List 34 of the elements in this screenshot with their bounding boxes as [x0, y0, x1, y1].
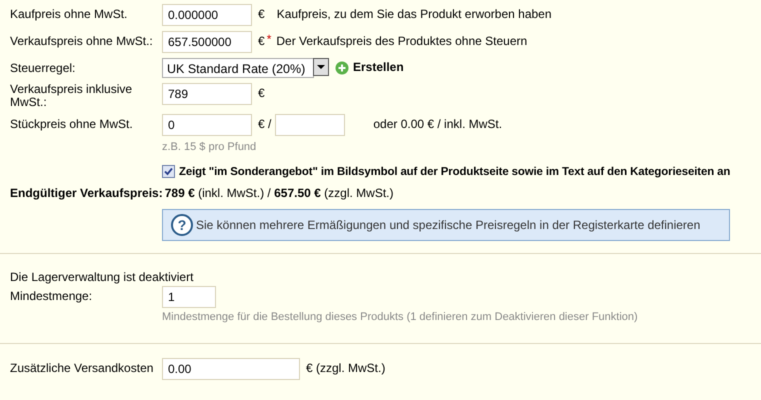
- checkbox[interactable]: [162, 165, 175, 178]
- checkbox-label: Zeigt "im Sonderangebot" im Bildsymbol auf der Produktseite sowie im Text auf den Kategorieseiten an: [179, 166, 730, 178]
- price-input[interactable]: 789: [162, 83, 252, 105]
- field-hint: Mindestmenge für die Bestellung dieses Produkts (1 definieren zum Deaktivieren dieser Funktion): [161, 311, 639, 323]
- currency-label: €: [257, 85, 265, 100]
- field-description: oder 0.00 € / inkl. MwSt.: [372, 116, 502, 131]
- field-label: Zusätzliche Versandkosten: [10, 360, 154, 375]
- field-description: Kaufpreis, zu dem Sie das Produkt erworben haben: [276, 6, 552, 21]
- required-asterisk: *: [266, 31, 272, 46]
- create-link[interactable]: Erstellen: [353, 58, 404, 74]
- price-input[interactable]: 0: [162, 114, 252, 136]
- help-icon: ?: [171, 214, 193, 236]
- currency-label: € (zzgl. MwSt.): [305, 360, 386, 375]
- field-label: Kaufpreis ohne MwSt.: [10, 6, 128, 21]
- field-label: Verkaufspreis inklusive MwSt.:: [10, 83, 134, 109]
- field-label: Steuerregel:: [10, 60, 76, 75]
- shipping-input[interactable]: 0.00: [162, 358, 300, 380]
- info-text: Sie können mehrere Ermäßigungen und spezifische Preisregeln in der Registerkarte definieren: [196, 218, 700, 232]
- field-label: Verkaufspreis ohne MwSt.:: [10, 33, 154, 48]
- final-price-text: 789 € (inkl. MwSt.) / 657.50 € (zzgl. MwSt.): [164, 186, 394, 200]
- add-icon: [335, 61, 349, 75]
- price-input[interactable]: 657.500000: [162, 31, 252, 53]
- unit-input[interactable]: [275, 114, 346, 136]
- currency-label: €: [257, 33, 265, 48]
- field-hint: z.B. 15 $ pro Pfund: [161, 141, 258, 153]
- stock-notice: Die Lagerverwaltung ist deaktiviert: [10, 270, 194, 284]
- field-label: Mindestmenge:: [10, 288, 94, 303]
- field-description: Der Verkaufspreis des Produktes ohne Steuern: [275, 33, 528, 48]
- currency-label: € /: [257, 116, 272, 131]
- price-input[interactable]: 0.000000: [162, 4, 252, 26]
- field-label: Endgültiger Verkaufspreis:: [10, 186, 163, 200]
- quantity-input[interactable]: 1: [162, 286, 216, 308]
- field-label: Stückpreis ohne MwSt.: [10, 116, 134, 131]
- currency-label: €: [257, 6, 265, 21]
